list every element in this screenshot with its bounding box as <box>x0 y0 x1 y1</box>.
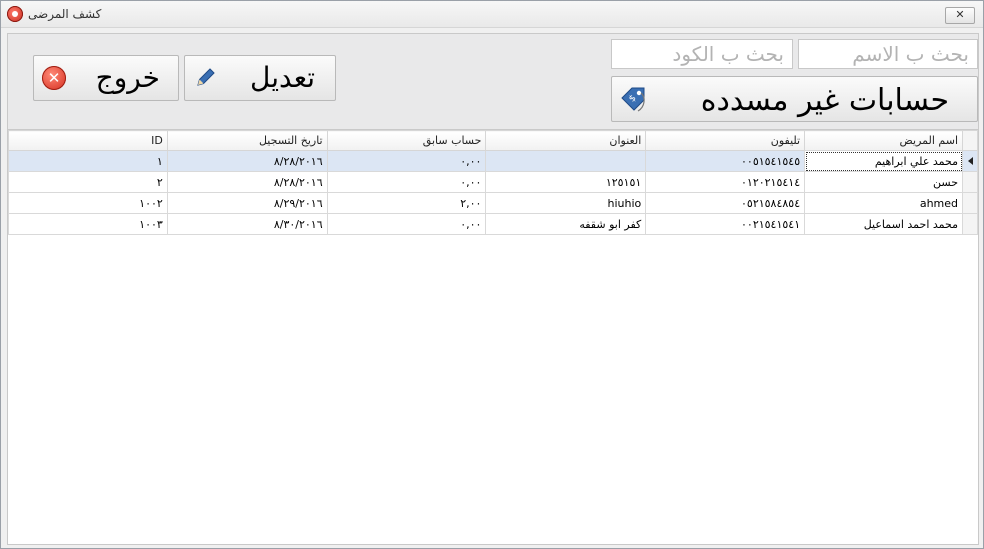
patients-table: اسم المريض تليفون العنوان حساب سابق تاري… <box>8 130 978 235</box>
balance-cell[interactable]: ٠,٠٠ <box>326 213 487 235</box>
exit-button[interactable]: ✕ خروج <box>33 55 179 101</box>
exit-label: خروج <box>95 61 160 94</box>
row-selector[interactable] <box>962 213 978 235</box>
column-header[interactable]: العنوان <box>485 130 647 151</box>
current-row-arrow-icon <box>967 156 973 165</box>
app-icon <box>7 6 23 22</box>
address-cell[interactable] <box>485 150 647 172</box>
date-cell[interactable]: ٨/٢٨/٢٠١٦ <box>166 171 328 193</box>
main-window: كشف المرضى ✕ $ حسابات غير مسدده تعديل ✕ … <box>0 0 984 549</box>
row-selector[interactable] <box>962 171 978 193</box>
search-by-name-input[interactable] <box>798 39 978 69</box>
phone-cell[interactable]: ٠٥٢١٥٨٤٨٥٤ <box>645 192 806 214</box>
row-selector[interactable] <box>962 192 978 214</box>
balance-cell[interactable]: ٠,٠٠ <box>326 171 487 193</box>
date-cell[interactable]: ٨/٢٩/٢٠١٦ <box>166 192 328 214</box>
address-cell[interactable]: كفر ابو شقفه <box>485 213 647 235</box>
patients-grid[interactable]: اسم المريض تليفون العنوان حساب سابق تاري… <box>8 129 978 544</box>
close-icon: ✕ <box>42 66 66 90</box>
title-bar: كشف المرضى ✕ <box>1 1 983 28</box>
phone-cell[interactable]: ٠٠٥١٥٤١٥٤٥ <box>645 150 806 172</box>
patient-name-cell[interactable]: محمد علي ابراهيم <box>804 150 964 172</box>
table-row[interactable]: ahmed ٠٥٢١٥٨٤٨٥٤ hiuhio ٢,٠٠ ٨/٢٩/٢٠١٦ ١… <box>8 192 978 214</box>
edit-button[interactable]: تعديل <box>184 55 336 101</box>
id-cell[interactable]: ٢ <box>8 171 168 193</box>
date-cell[interactable]: ٨/٢٨/٢٠١٦ <box>166 150 328 172</box>
date-cell[interactable]: ٨/٣٠/٢٠١٦ <box>166 213 328 235</box>
edit-label: تعديل <box>250 61 315 94</box>
table-header-row: اسم المريض تليفون العنوان حساب سابق تاري… <box>8 130 978 151</box>
balance-cell[interactable]: ٠,٠٠ <box>326 150 487 172</box>
id-cell[interactable]: ١ <box>8 150 168 172</box>
address-cell[interactable]: ١٢٥١٥١ <box>485 171 647 193</box>
unpaid-accounts-label: حسابات غير مسدده <box>700 83 949 118</box>
balance-cell[interactable]: ٢,٠٠ <box>326 192 487 214</box>
unpaid-accounts-button[interactable]: $ حسابات غير مسدده <box>611 76 978 122</box>
column-header[interactable]: ID <box>8 130 168 151</box>
patient-name-cell[interactable]: ahmed <box>804 192 964 214</box>
column-header[interactable]: حساب سابق <box>326 130 487 151</box>
table-row[interactable]: حسن ٠١٢٠٢١٥٤١٤ ١٢٥١٥١ ٠,٠٠ ٨/٢٨/٢٠١٦ ٢ <box>8 171 978 193</box>
patient-name-cell[interactable]: محمد احمد اسماعيل <box>804 213 964 235</box>
address-cell[interactable]: hiuhio <box>485 192 647 214</box>
row-selector[interactable] <box>962 150 978 172</box>
phone-cell[interactable]: ٠١٢٠٢١٥٤١٤ <box>645 171 806 193</box>
column-header[interactable]: تليفون <box>645 130 806 151</box>
column-header[interactable]: اسم المريض <box>804 130 964 151</box>
row-selector-header <box>962 130 978 151</box>
pencil-icon <box>197 68 215 86</box>
phone-cell[interactable]: ٠٠٢١٥٤١٥٤١ <box>645 213 806 235</box>
id-cell[interactable]: ١٠٠٣ <box>8 213 168 235</box>
price-tag-icon: $ <box>621 87 645 112</box>
table-row[interactable]: محمد احمد اسماعيل ٠٠٢١٥٤١٥٤١ كفر ابو شقف… <box>8 213 978 235</box>
content-panel: $ حسابات غير مسدده تعديل ✕ خروج <box>7 33 979 545</box>
close-button[interactable]: ✕ <box>945 7 975 24</box>
id-cell[interactable]: ١٠٠٢ <box>8 192 168 214</box>
column-header[interactable]: تاريخ التسجيل <box>166 130 328 151</box>
patient-name-cell[interactable]: حسن <box>804 171 964 193</box>
window-title: كشف المرضى <box>28 7 102 21</box>
table-row[interactable]: محمد علي ابراهيم ٠٠٥١٥٤١٥٤٥ ٠,٠٠ ٨/٢٨/٢٠… <box>8 150 978 172</box>
search-by-code-input[interactable] <box>611 39 793 69</box>
